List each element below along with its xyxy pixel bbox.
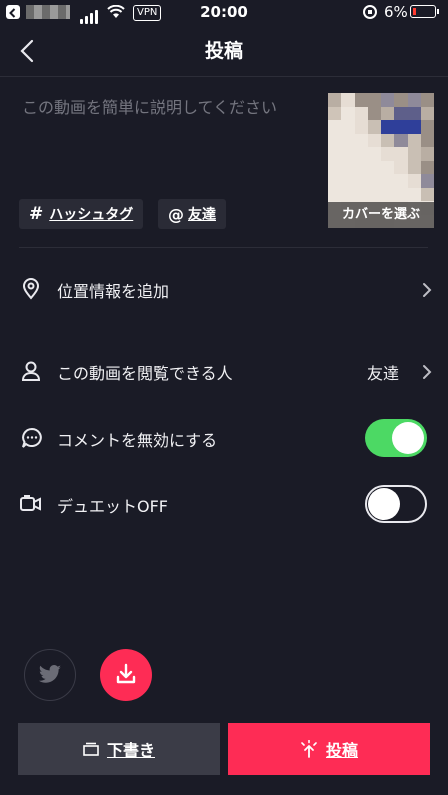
draft-icon — [83, 742, 99, 756]
battery-icon — [410, 5, 439, 18]
orientation-lock-icon — [362, 4, 378, 24]
hashtag-label: ハッシュタグ — [49, 207, 134, 223]
twitter-share-button[interactable] — [24, 649, 76, 701]
visibility-label: この動画を閲覧できる人 — [57, 364, 233, 383]
post-button[interactable]: 投稿 — [228, 723, 430, 775]
at-icon: @ — [168, 204, 184, 224]
save-to-device-button[interactable] — [100, 649, 152, 701]
draft-label: 下書き — [106, 741, 155, 760]
duet-icon — [20, 494, 42, 518]
download-icon — [116, 663, 136, 684]
chevron-right-icon — [422, 282, 432, 302]
page-title: 投稿 — [204, 40, 243, 62]
description-input[interactable]: この動画を簡単に説明してください — [22, 94, 277, 118]
add-location-label: 位置情報を追加 — [57, 282, 170, 301]
add-location-row[interactable]: 位置情報を追加 — [0, 270, 448, 310]
disable-comments-label: コメントを無効にする — [57, 431, 218, 450]
mention-friends-label: 友達 — [188, 207, 216, 223]
duet-label: デュエットOFF — [57, 497, 169, 516]
comment-icon — [21, 427, 43, 453]
status-bar: VPN 20:00 6% — [0, 0, 448, 26]
choose-cover-button[interactable]: カバーを選ぶ — [328, 202, 434, 228]
toggle-knob — [368, 488, 400, 520]
hashtag-button[interactable]: # ハッシュタグ — [19, 199, 144, 229]
disable-comments-toggle[interactable] — [365, 419, 427, 457]
toggle-knob — [392, 422, 424, 454]
battery-percent: 6% — [384, 3, 408, 21]
disable-comments-row: コメントを無効にする — [0, 418, 448, 458]
duet-row: デュエットOFF — [0, 484, 448, 524]
hashtag-icon: # — [29, 204, 44, 224]
location-pin-icon — [21, 278, 41, 304]
visibility-row[interactable]: この動画を閲覧できる人 友達 — [0, 352, 448, 392]
visibility-value: 友達 — [367, 364, 400, 383]
draft-button[interactable]: 下書き — [18, 723, 220, 775]
description-divider — [19, 247, 428, 248]
person-icon — [21, 360, 41, 386]
post-label: 投稿 — [325, 741, 358, 760]
mention-friends-button[interactable]: @ 友達 — [158, 199, 226, 229]
twitter-icon — [38, 665, 61, 683]
header-divider — [0, 76, 448, 77]
status-time: 20:00 — [200, 3, 248, 21]
chevron-right-icon — [422, 364, 432, 384]
post-sparkle-icon — [301, 740, 317, 758]
duet-toggle[interactable] — [365, 485, 427, 523]
